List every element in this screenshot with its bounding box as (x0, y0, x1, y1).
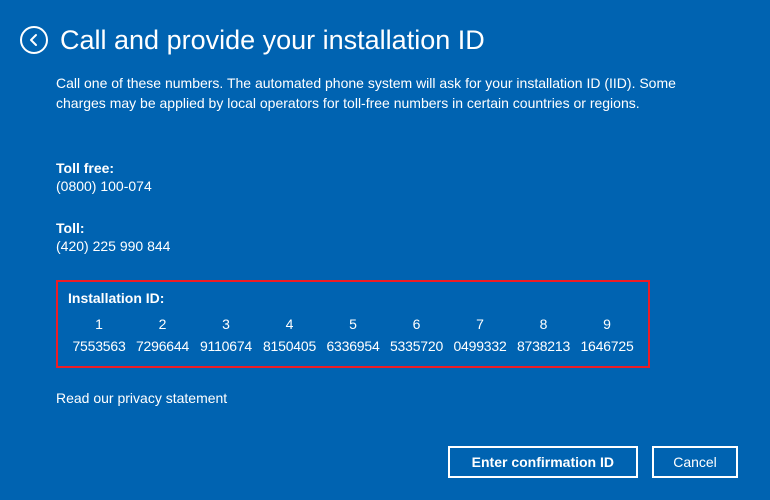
iid-group: 6 5335720 (386, 316, 448, 354)
privacy-statement-link[interactable]: Read our privacy statement (56, 390, 227, 406)
back-button[interactable] (20, 26, 48, 54)
iid-group: 1 7553563 (68, 316, 130, 354)
iid-index: 4 (259, 316, 321, 332)
iid-value: 0499332 (449, 338, 511, 354)
iid-group: 9 1646725 (576, 316, 638, 354)
iid-value: 8738213 (513, 338, 575, 354)
toll-free-number: (0800) 100-074 (56, 178, 714, 194)
iid-value: 7296644 (132, 338, 194, 354)
iid-index: 6 (386, 316, 448, 332)
arrow-left-icon (27, 33, 41, 47)
iid-index: 5 (322, 316, 384, 332)
iid-value: 5335720 (386, 338, 448, 354)
iid-index: 1 (68, 316, 130, 332)
iid-value: 6336954 (322, 338, 384, 354)
iid-value: 7553563 (68, 338, 130, 354)
installation-id-box: Installation ID: 1 7553563 2 7296644 3 9… (56, 280, 650, 368)
iid-group: 8 8738213 (513, 316, 575, 354)
iid-index: 2 (132, 316, 194, 332)
iid-value: 8150405 (259, 338, 321, 354)
iid-index: 8 (513, 316, 575, 332)
iid-value: 9110674 (195, 338, 257, 354)
iid-group: 7 0499332 (449, 316, 511, 354)
iid-index: 7 (449, 316, 511, 332)
cancel-button[interactable]: Cancel (652, 446, 738, 478)
toll-free-label: Toll free: (56, 160, 714, 176)
description-text: Call one of these numbers. The automated… (56, 74, 714, 113)
toll-label: Toll: (56, 220, 714, 236)
toll-number: (420) 225 990 844 (56, 238, 714, 254)
enter-confirmation-id-button[interactable]: Enter confirmation ID (448, 446, 638, 478)
iid-index: 3 (195, 316, 257, 332)
iid-group: 2 7296644 (132, 316, 194, 354)
iid-group: 5 6336954 (322, 316, 384, 354)
installation-id-label: Installation ID: (68, 290, 638, 306)
iid-group: 4 8150405 (259, 316, 321, 354)
iid-index: 9 (576, 316, 638, 332)
page-title: Call and provide your installation ID (60, 24, 485, 56)
iid-value: 1646725 (576, 338, 638, 354)
iid-group: 3 9110674 (195, 316, 257, 354)
